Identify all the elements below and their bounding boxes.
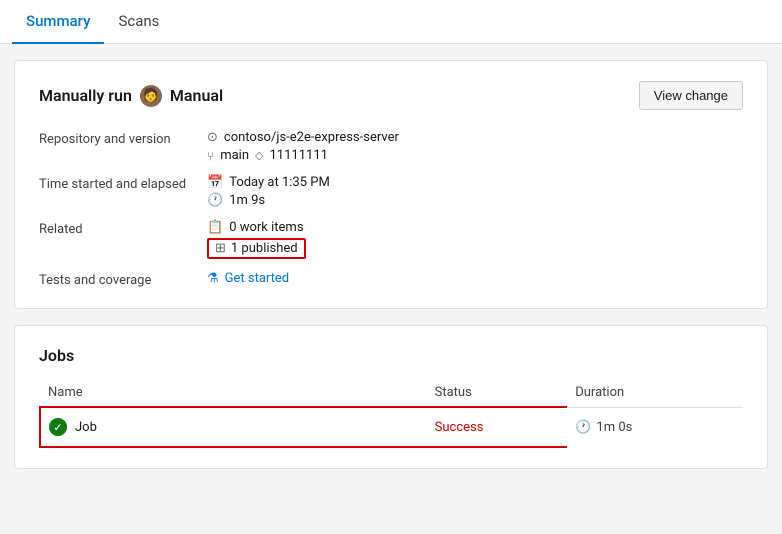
commit-icon: ◇ — [255, 149, 263, 162]
jobs-table-wrapper: Name Status Duration ✓ Job — [39, 379, 743, 448]
workitem-icon: 📋 — [207, 220, 223, 235]
time-value: 📅 Today at 1:35 PM 🕐 1m 9s — [207, 175, 743, 208]
related-label: Related — [39, 220, 199, 259]
manual-label: Manual — [170, 86, 223, 105]
manually-run-label: Manually run — [39, 86, 132, 105]
tab-scans[interactable]: Scans — [104, 0, 173, 44]
table-row[interactable]: ✓ Job Success 🕐 1m 0s — [40, 407, 743, 447]
col-header-name: Name — [40, 379, 427, 407]
tab-summary[interactable]: Summary — [12, 0, 104, 44]
branch-icon: ⑂ — [207, 149, 214, 163]
time-started: Today at 1:35 PM — [229, 175, 330, 190]
flask-icon: ⚗ — [207, 271, 219, 286]
jobs-title: Jobs — [39, 346, 743, 365]
summary-title: Manually run 🧑 Manual — [39, 85, 223, 107]
col-header-status: Status — [427, 379, 568, 407]
publish-icon: ⊞ — [215, 241, 226, 256]
view-change-button[interactable]: View change — [639, 81, 743, 110]
duration-icon: 🕐 — [575, 420, 591, 435]
clock-icon: 🕐 — [207, 193, 223, 208]
col-header-duration: Duration — [567, 379, 743, 407]
job-name: Job — [75, 420, 97, 435]
summary-header: Manually run 🧑 Manual View change — [39, 81, 743, 110]
duration-value: 1m 0s — [596, 420, 632, 435]
tests-label: Tests and coverage — [39, 271, 199, 288]
jobs-table: Name Status Duration ✓ Job — [39, 379, 743, 448]
elapsed-time: 1m 9s — [229, 193, 265, 208]
published-count: 1 published — [231, 241, 298, 256]
success-icon: ✓ — [49, 418, 67, 436]
repo-label: Repository and version — [39, 130, 199, 163]
job-name-cell: ✓ Job — [40, 407, 427, 447]
table-header-row: Name Status Duration — [40, 379, 743, 407]
work-items: 0 work items — [229, 220, 303, 235]
info-grid: Repository and version ⊙ contoso/js-e2e-… — [39, 130, 743, 288]
calendar-icon: 📅 — [207, 175, 223, 190]
job-duration-cell: 🕐 1m 0s — [567, 407, 743, 447]
time-label: Time started and elapsed — [39, 175, 199, 208]
branch-name: main — [220, 148, 249, 163]
job-status-cell: Success — [427, 407, 568, 447]
main-content: Manually run 🧑 Manual View change Reposi… — [0, 44, 782, 485]
summary-card: Manually run 🧑 Manual View change Reposi… — [14, 60, 768, 309]
jobs-card: Jobs Name Status Duration ✓ Job — [14, 325, 768, 469]
tab-bar: Summary Scans — [0, 0, 782, 44]
avatar: 🧑 — [140, 85, 162, 107]
tests-value: ⚗ Get started — [207, 271, 743, 288]
repo-name: contoso/js-e2e-express-server — [224, 130, 399, 145]
commit-hash: 11111111 — [269, 148, 327, 163]
related-value: 📋 0 work items ⊞ 1 published — [207, 220, 743, 259]
get-started-link[interactable]: Get started — [225, 271, 289, 286]
repo-value: ⊙ contoso/js-e2e-express-server ⑂ main ◇… — [207, 130, 743, 163]
github-icon: ⊙ — [207, 130, 218, 145]
status-badge: Success — [435, 420, 484, 435]
published-box[interactable]: ⊞ 1 published — [207, 238, 306, 259]
